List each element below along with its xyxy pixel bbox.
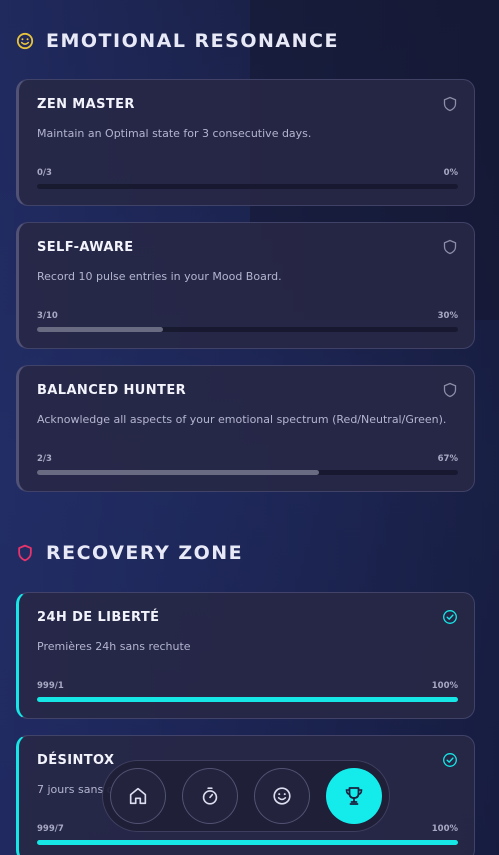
achievement-card-24h-liberte[interactable]: 24H DE LIBERTÉ Premières 24h sans rechut… (16, 592, 475, 719)
progress-percent: 100% (431, 681, 458, 691)
achievement-title: 24H DE LIBERTÉ (37, 610, 160, 625)
achievement-title: SELF-AWARE (37, 240, 134, 255)
achievement-card-balanced-hunter[interactable]: BALANCED HUNTER Acknowledge all aspects … (16, 365, 475, 492)
section-header-emotional: EMOTIONAL RESONANCE (16, 30, 339, 52)
nav-mood-button[interactable] (254, 768, 310, 824)
achievement-card-self-aware[interactable]: SELF-AWARE Record 10 pulse entries in yo… (16, 222, 475, 349)
check-circle-icon (443, 753, 457, 767)
progress-percent: 30% (437, 311, 458, 321)
shield-outline-icon (443, 96, 457, 112)
home-icon (129, 787, 147, 805)
progress-percent: 100% (431, 824, 458, 834)
nav-achievements-button[interactable] (326, 768, 382, 824)
progress-row: 0/3 0% (37, 168, 458, 178)
shield-outline-icon (443, 382, 457, 398)
progress-row: 999/1 100% (37, 681, 458, 691)
achievement-title: BALANCED HUNTER (37, 383, 187, 398)
achievement-card-zen-master[interactable]: ZEN MASTER Maintain an Optimal state for… (16, 79, 475, 206)
shield-outline-icon (443, 239, 457, 255)
nav-timer-button[interactable] (182, 768, 238, 824)
section-title: EMOTIONAL RESONANCE (46, 30, 339, 52)
progress-percent: 0% (443, 168, 458, 178)
progress-bar (37, 697, 458, 702)
achievement-description: Premières 24h sans rechute (37, 640, 191, 653)
progress-bar (37, 470, 458, 475)
progress-count: 999/7 (37, 824, 64, 834)
progress-fill (37, 327, 164, 332)
progress-row: 3/10 30% (37, 311, 458, 321)
stopwatch-icon (202, 787, 218, 805)
progress-count: 3/10 (37, 311, 58, 321)
achievement-title: ZEN MASTER (37, 97, 135, 112)
progress-bar (37, 327, 458, 332)
progress-count: 999/1 (37, 681, 64, 691)
progress-count: 2/3 (37, 454, 52, 464)
smiley-icon (16, 32, 34, 50)
progress-fill (37, 840, 458, 845)
progress-count: 0/3 (37, 168, 52, 178)
achievement-description: Maintain an Optimal state for 3 consecut… (37, 127, 312, 140)
achievement-description: Acknowledge all aspects of your emotiona… (37, 413, 447, 426)
progress-bar (37, 840, 458, 845)
trophy-icon (345, 787, 363, 805)
progress-fill (37, 470, 320, 475)
progress-row: 2/3 67% (37, 454, 458, 464)
section-title: RECOVERY ZONE (46, 542, 244, 564)
achievement-description: Record 10 pulse entries in your Mood Boa… (37, 270, 282, 283)
nav-home-button[interactable] (110, 768, 166, 824)
bottom-navbar (102, 760, 390, 832)
section-header-recovery: RECOVERY ZONE (16, 542, 243, 564)
progress-bar (37, 184, 458, 189)
progress-fill (37, 697, 458, 702)
progress-percent: 67% (437, 454, 458, 464)
shield-icon (18, 544, 32, 562)
smiley-icon (273, 787, 291, 805)
check-circle-icon (443, 610, 457, 624)
